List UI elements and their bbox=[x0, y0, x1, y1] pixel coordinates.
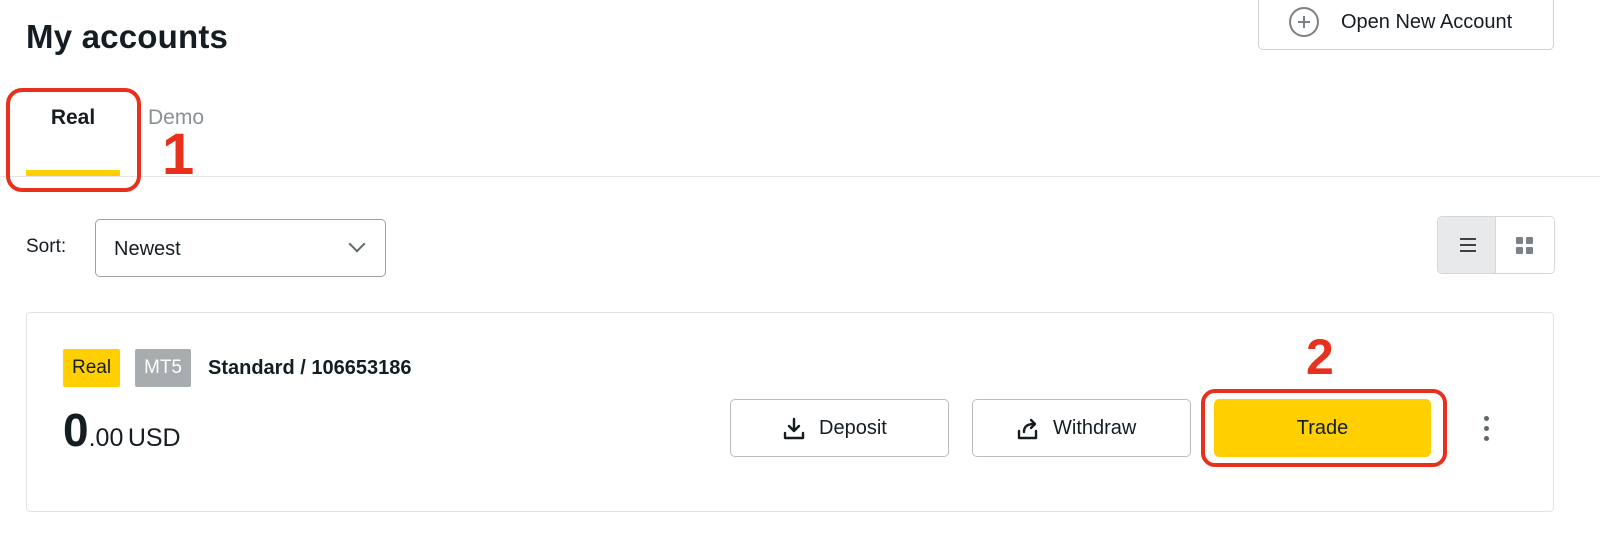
withdraw-button[interactable]: Withdraw bbox=[972, 399, 1191, 457]
grid-icon bbox=[1516, 237, 1534, 255]
tabs-divider bbox=[0, 176, 1600, 177]
list-view-button[interactable] bbox=[1438, 217, 1497, 273]
list-icon bbox=[1460, 238, 1476, 252]
account-balance: 0.00 USD bbox=[63, 403, 181, 457]
sort-selected-value: Newest bbox=[114, 238, 181, 260]
grid-view-button[interactable] bbox=[1496, 217, 1554, 273]
sort-dropdown[interactable]: Newest bbox=[95, 219, 386, 277]
account-type-tabs: Real Demo bbox=[0, 92, 1600, 178]
download-icon bbox=[783, 417, 805, 440]
chevron-down-icon bbox=[348, 235, 366, 253]
sort-label: Sort: bbox=[26, 236, 67, 257]
step-2-highlight bbox=[1201, 389, 1447, 467]
step-1-highlight bbox=[6, 88, 141, 192]
withdraw-icon bbox=[1017, 418, 1038, 440]
step-2-marker: 2 bbox=[1306, 329, 1334, 385]
step-1-marker: 1 bbox=[162, 122, 195, 187]
deposit-button[interactable]: Deposit bbox=[730, 399, 949, 457]
open-new-account-label: Open New Account bbox=[1341, 11, 1513, 33]
account-type-badge: Real bbox=[63, 349, 121, 387]
accounts-page: My accounts Open New Account Real Demo 1… bbox=[0, 0, 1600, 538]
withdraw-label: Withdraw bbox=[1053, 417, 1137, 439]
balance-integer: 0 bbox=[63, 404, 89, 456]
page-title: My accounts bbox=[26, 18, 229, 55]
balance-decimal: .00 bbox=[88, 424, 124, 452]
balance-currency: USD bbox=[127, 424, 181, 452]
account-name: Standard / 106653186 bbox=[208, 357, 412, 379]
platform-badge: MT5 bbox=[135, 349, 191, 387]
view-toggle bbox=[1437, 216, 1555, 274]
open-new-account-button[interactable]: Open New Account bbox=[1258, 0, 1554, 50]
more-options-icon[interactable] bbox=[1475, 409, 1499, 449]
plus-circle-icon bbox=[1289, 7, 1319, 37]
deposit-label: Deposit bbox=[819, 417, 887, 439]
